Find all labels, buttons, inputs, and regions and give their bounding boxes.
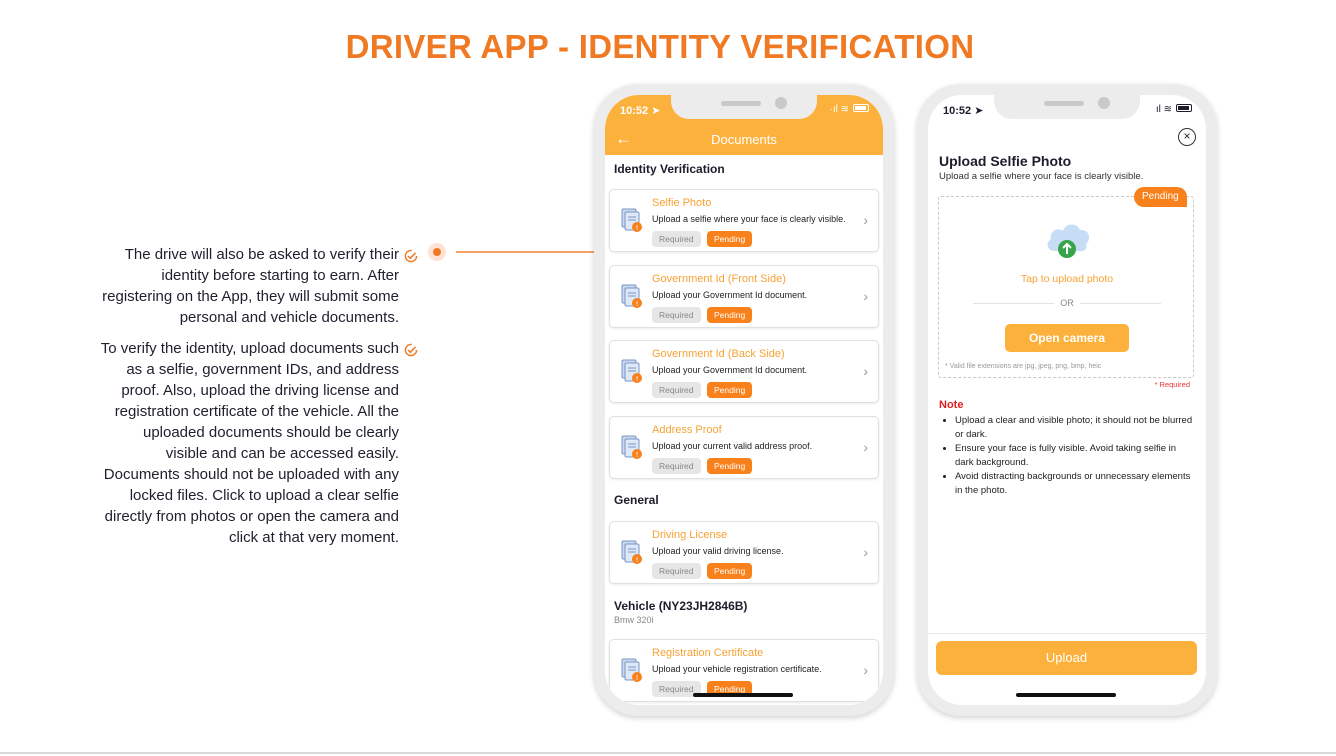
svg-text:!: ! [636,556,639,564]
valid-extensions-note: * Valid file extensions are jpg, jpeg, p… [945,363,1102,370]
document-warning-icon: ! [621,658,642,682]
doc-desc: Upload your Government Id document. [652,365,808,375]
required-badge: Required [652,307,701,323]
document-warning-icon: ! [621,435,642,459]
doc-name: Selfie Photo [652,197,712,209]
page-title: DRIVER APP - IDENTITY VERIFICATION [345,28,975,65]
pending-badge: Pending [707,382,753,398]
status-time: 10:52 ➤ [943,105,984,117]
svg-text:!: ! [636,300,639,308]
open-camera-button[interactable]: Open camera [1005,324,1129,352]
upload-screen: 10:52 ➤ ıl ≋ × Upload Selfie Photo Uploa… [928,95,1206,705]
status-icons: ·ıl ≋ [830,104,869,115]
doc-desc: Upload your current valid address proof. [652,441,813,451]
required-badge: Required [652,458,701,474]
doc-card-driving-license[interactable]: ! Driving License Upload your valid driv… [609,521,879,584]
note-heading: Note [939,399,964,411]
chevron-right-icon: › [863,363,868,379]
check-circle-icon [404,249,418,263]
doc-card-selfie[interactable]: ! Selfie Photo Upload a selfie where you… [609,189,879,252]
status-icons: ıl ≋ [1156,104,1192,115]
document-warning-icon: ! [621,540,642,564]
bottom-rule [0,752,1336,754]
section-vehicle: Vehicle (NY23JH2846B) [614,599,748,613]
intro-paragraph: The drive will also be asked to verify t… [102,246,399,326]
doc-desc: Upload your Government Id document. [652,290,808,300]
note-item: Avoid distracting backgrounds or unneces… [955,470,1195,498]
documents-screen: 10:52 ➤ ·ıl ≋ ← Documents Identity Verif… [605,95,883,705]
app-bar-title: Documents [711,132,777,147]
chevron-right-icon: › [863,544,868,560]
svg-text:!: ! [636,375,639,383]
doc-name: Government Id (Front Side) [652,273,786,285]
doc-name: Address Proof [652,424,722,436]
pending-badge: Pending [707,458,753,474]
upload-button[interactable]: Upload [936,641,1197,675]
footer-divider [928,633,1206,634]
svg-text:!: ! [636,224,639,232]
doc-card-gov-id-front[interactable]: ! Government Id (Front Side) Upload your… [609,265,879,328]
doc-card-address-proof[interactable]: ! Address Proof Upload your current vali… [609,416,879,479]
svg-text:!: ! [636,674,639,682]
note-item: Upload a clear and visible photo; it sho… [955,414,1195,442]
pending-badge: Pending [707,231,753,247]
battery-icon [853,104,869,112]
chevron-right-icon: › [863,288,868,304]
required-badge: Required [652,563,701,579]
doc-name: Driving License [652,529,728,541]
upload-subtitle: Upload a selfie where your face is clear… [939,171,1144,182]
document-warning-icon: ! [621,284,642,308]
pending-badge: Pending [707,307,753,323]
required-badge: Required [652,382,701,398]
tap-to-upload-link[interactable]: Tap to upload photo [939,273,1195,285]
phone-notch [671,95,817,119]
detail-paragraph: To verify the identity, upload documents… [100,340,399,546]
note-list: Upload a clear and visible photo; it sho… [955,414,1195,498]
or-divider-label: OR [939,298,1195,308]
doc-name: Government Id (Back Side) [652,348,785,360]
phone-upload-selfie: 10:52 ➤ ıl ≋ × Upload Selfie Photo Uploa… [917,84,1217,716]
chevron-right-icon: › [863,439,868,455]
doc-name: Registration Certificate [652,647,764,659]
section-general: General [614,493,659,507]
battery-icon [1176,104,1192,112]
connector-dot [428,243,446,261]
pending-status-tag: Pending [1134,187,1187,207]
chevron-right-icon: › [863,212,868,228]
phone-notch [994,95,1140,119]
home-indicator [693,693,793,697]
required-note: * Required [1154,380,1190,389]
photo-dropzone[interactable]: Tap to upload photo OR Open camera * Val… [938,196,1194,378]
connector-line [456,251,598,253]
status-time: 10:52 ➤ [620,105,661,117]
doc-desc: Upload your valid driving license. [652,546,784,556]
upload-title: Upload Selfie Photo [939,153,1072,169]
phone-documents: 10:52 ➤ ·ıl ≋ ← Documents Identity Verif… [594,84,894,716]
doc-desc: Upload your vehicle registration certifi… [652,664,822,674]
chevron-right-icon: › [863,662,868,678]
doc-card-gov-id-back[interactable]: ! Government Id (Back Side) Upload your … [609,340,879,403]
note-item: Ensure your face is fully visible. Avoid… [955,442,1195,470]
svg-text:!: ! [636,451,639,459]
vehicle-model: Bmw 320i [614,615,654,625]
doc-desc: Upload a selfie where your face is clear… [652,214,846,224]
document-warning-icon: ! [621,359,642,383]
pending-badge: Pending [707,563,753,579]
home-indicator [1016,693,1116,697]
check-circle-icon [404,343,418,357]
section-identity: Identity Verification [614,162,725,176]
required-badge: Required [652,231,701,247]
close-icon[interactable]: × [1178,128,1196,146]
cloud-upload-icon [1047,224,1090,258]
document-warning-icon: ! [621,208,642,232]
